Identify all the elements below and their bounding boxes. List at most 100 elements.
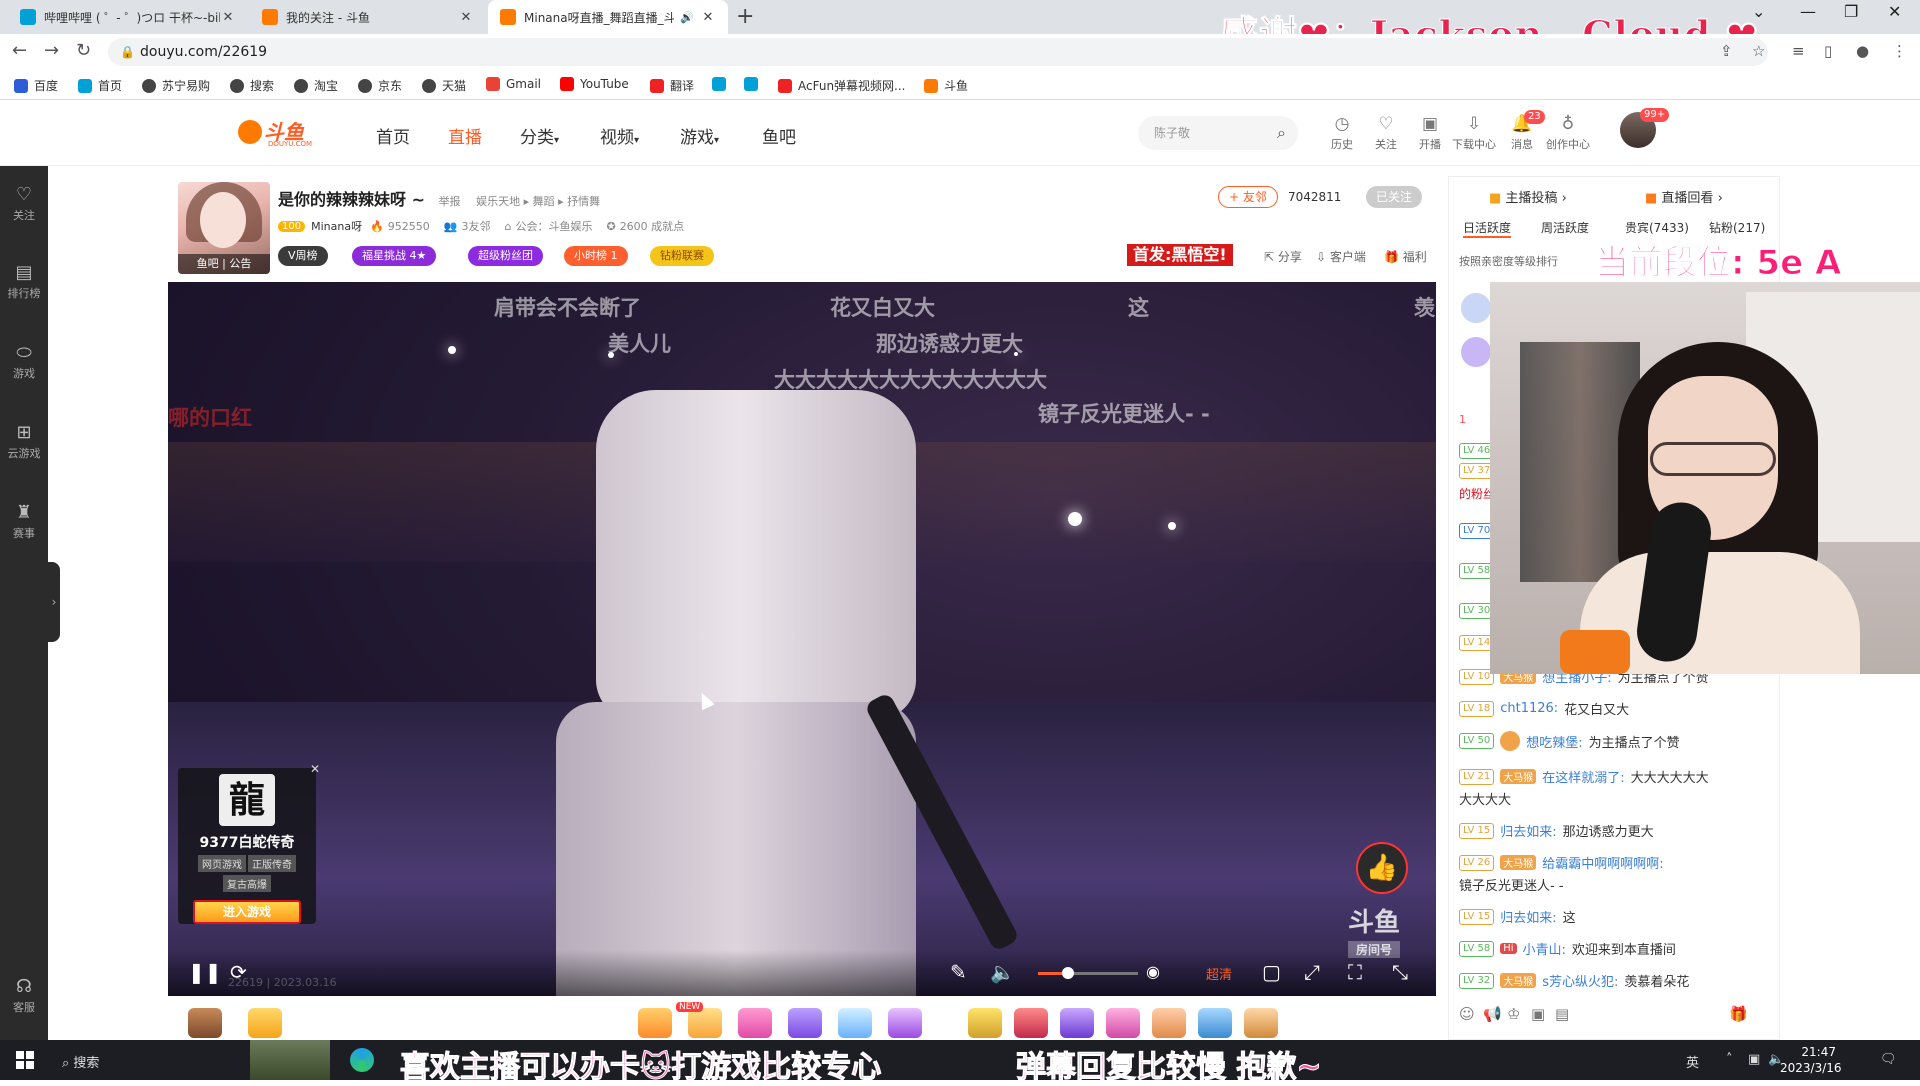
close-icon[interactable]: ✕ <box>310 762 320 776</box>
client-button[interactable]: ⇩ 客户端 <box>1316 248 1366 265</box>
pause-icon[interactable]: ❚❚ <box>188 960 222 984</box>
category-breadcrumb[interactable]: 娱乐天地 ▸ 舞蹈 ▸ 抒情舞 <box>476 195 600 208</box>
ime-indicator[interactable]: 英 <box>1686 1052 1699 1071</box>
welfare-button[interactable]: 🎁 福利 <box>1384 248 1427 265</box>
nav-live[interactable]: 直播 <box>448 123 482 148</box>
nav-fishbar[interactable]: 鱼吧 <box>762 123 796 148</box>
rank-tab-daily[interactable]: 日活跃度 <box>1463 219 1512 238</box>
share-button[interactable]: ⇱ 分享 <box>1264 248 1302 265</box>
bookmark[interactable]: YouTube <box>560 77 629 91</box>
enter-game-button[interactable]: 进入游戏 <box>193 900 301 924</box>
gift-item[interactable] <box>738 1008 772 1038</box>
follow-button[interactable]: ♡ 关注 <box>1364 114 1408 152</box>
sidebar-item-events[interactable]: ♜ 赛事 <box>0 502 48 541</box>
user-avatar[interactable]: 99+ <box>1620 108 1670 148</box>
sidebar-item-follow[interactable]: ♡ 关注 <box>0 184 48 223</box>
screen-icon[interactable]: ▣ <box>1531 1005 1545 1023</box>
sidebar-item-rank[interactable]: ▤ 排行榜 <box>0 262 48 301</box>
gift-item[interactable] <box>1152 1008 1186 1038</box>
sidebar-icon[interactable]: ▯ <box>1824 42 1832 60</box>
bookmark[interactable] <box>712 77 732 91</box>
pill-hour-rank[interactable]: 小时榜 1 <box>564 246 628 266</box>
gift-item[interactable] <box>638 1008 672 1038</box>
chat-username[interactable]: 给霸霸中啊啊啊啊啊: <box>1542 853 1663 872</box>
bookmark[interactable]: 首页 <box>78 77 122 94</box>
avatar-tabs[interactable]: 鱼吧 | 公告 <box>178 254 270 274</box>
chevron-down-icon[interactable]: ⌄ <box>1752 2 1765 21</box>
pill-weekly-rank[interactable]: V周榜 <box>278 246 328 266</box>
taskbar-search[interactable]: ⌕ 搜索 <box>62 1052 99 1071</box>
sidebar-item-cloud-game[interactable]: ⊞ 云游戏 <box>0 422 48 461</box>
gift-item[interactable] <box>1244 1008 1278 1038</box>
bookmark[interactable]: 搜索 <box>230 77 274 94</box>
share-icon[interactable]: ⇪ <box>1720 42 1733 60</box>
sidebar-item-service[interactable]: ☊ 客服 <box>0 976 48 1015</box>
nav-game[interactable]: 游戏▾ <box>680 123 719 148</box>
gift-item[interactable] <box>248 1008 282 1038</box>
danmu-toggle-icon[interactable]: ◉ <box>1146 962 1160 981</box>
forward-icon[interactable]: → <box>44 40 59 61</box>
pill-lucky-challenge[interactable]: 福星挑战 4★ <box>352 246 437 266</box>
anchor-avatar[interactable]: 鱼吧 | 公告 <box>178 182 270 274</box>
achievements[interactable]: 2600 成就点 <box>620 218 685 234</box>
taskbar-thumbnail[interactable] <box>250 1040 330 1080</box>
rank-avatar[interactable] <box>1461 337 1491 367</box>
report-link[interactable]: 举报 <box>439 195 461 208</box>
chat-username[interactable]: cht1126: <box>1500 701 1558 716</box>
bookmark[interactable]: 京东 <box>358 77 402 94</box>
reading-list-icon[interactable]: ≡ <box>1792 42 1805 60</box>
bookmark[interactable]: 百度 <box>14 77 58 94</box>
gift-icon[interactable]: 🎁 <box>1729 1005 1748 1023</box>
screenshot-icon[interactable]: ⛶ <box>1348 960 1362 984</box>
rank-tab-weekly[interactable]: 周活跃度 <box>1541 219 1589 236</box>
gift-item[interactable] <box>1014 1008 1048 1038</box>
gift-item[interactable] <box>968 1008 1002 1038</box>
edit-icon[interactable]: ✎ <box>950 960 967 984</box>
sidebar-item-game[interactable]: ⬭ 游戏 <box>0 342 48 381</box>
speaker-icon[interactable]: 🔊 <box>680 11 694 24</box>
volume-knob[interactable] <box>1062 967 1074 979</box>
rank-avatar[interactable] <box>1461 293 1491 323</box>
promo-banner[interactable]: 首发:黑悟空! <box>1127 244 1233 266</box>
tab-anchor-submission[interactable]: ■ 主播投稿 › <box>1489 187 1567 206</box>
bookmark[interactable]: Gmail <box>486 77 541 91</box>
history-button[interactable]: ◷ 历史 <box>1320 114 1364 152</box>
search-input[interactable]: 陈子敬 ⌕ <box>1138 116 1298 150</box>
rank-tab-vip[interactable]: 贵宾(7433) <box>1625 219 1689 236</box>
close-icon[interactable]: ✕ <box>1888 2 1901 21</box>
gift-item[interactable] <box>1198 1008 1232 1038</box>
crown-icon[interactable]: ♔ <box>1507 1005 1520 1023</box>
chat-username[interactable]: 想吃辣堡: <box>1526 732 1582 751</box>
fullscreen-icon[interactable]: ⤡ <box>1392 960 1408 984</box>
gift-item[interactable] <box>838 1008 872 1038</box>
profile-icon[interactable]: ● <box>1856 42 1869 60</box>
browser-tab[interactable]: 我的关注 - 斗鱼 ✕ <box>250 0 486 34</box>
quality-selector[interactable]: 超清 <box>1206 964 1232 983</box>
message-button[interactable]: 🔔 消息 23 <box>1500 110 1545 152</box>
nav-home[interactable]: 首页 <box>376 123 410 148</box>
anchor-name[interactable]: Minana呀 <box>311 218 362 234</box>
chat-username[interactable]: s芳心纵火犯: <box>1542 971 1618 990</box>
minimize-icon[interactable]: — <box>1800 2 1816 21</box>
card-icon[interactable]: ▤ <box>1555 1005 1569 1023</box>
gift-item[interactable] <box>788 1008 822 1038</box>
browser-tab[interactable]: 哔哩哔哩 ( ゜- ゜)つロ 干杯~-bili ✕ <box>8 0 248 34</box>
browser-tab-active[interactable]: Minana呀直播_舞蹈直播_斗 🔊 ✕ <box>488 0 728 34</box>
gift-item[interactable] <box>888 1008 922 1038</box>
pill-diamond-league[interactable]: 钻粉联赛 <box>650 246 714 266</box>
bookmark[interactable]: 苏宁易购 <box>142 77 210 94</box>
game-ad[interactable]: ✕ 龍 9377白蛇传奇 网页游戏 正版传奇 复古高爆 进入游戏 <box>178 762 320 924</box>
url-input[interactable]: 🔒 douyu.com/22619 <box>108 38 1768 66</box>
megaphone-icon[interactable]: 📢 <box>1483 1005 1502 1023</box>
close-icon[interactable]: ✕ <box>220 10 236 25</box>
creator-center-button[interactable]: ♁ 创作中心 <box>1546 114 1590 152</box>
chat-username[interactable]: 归去如来: <box>1500 907 1556 926</box>
system-clock[interactable]: 21:47 2023/3/16 <box>1780 1044 1842 1076</box>
restore-icon[interactable]: ❐ <box>1844 2 1858 21</box>
volume-icon[interactable]: 🔈 <box>990 960 1015 984</box>
bookmark[interactable]: AcFun弹幕视频网... <box>778 77 906 94</box>
bookmark[interactable]: 天猫 <box>422 77 466 94</box>
rank-tab-diamond[interactable]: 钻粉(217) <box>1709 219 1765 236</box>
nav-video[interactable]: 视频▾ <box>600 123 639 148</box>
douyu-logo[interactable]: 斗鱼 DOUYU.COM <box>238 116 318 150</box>
